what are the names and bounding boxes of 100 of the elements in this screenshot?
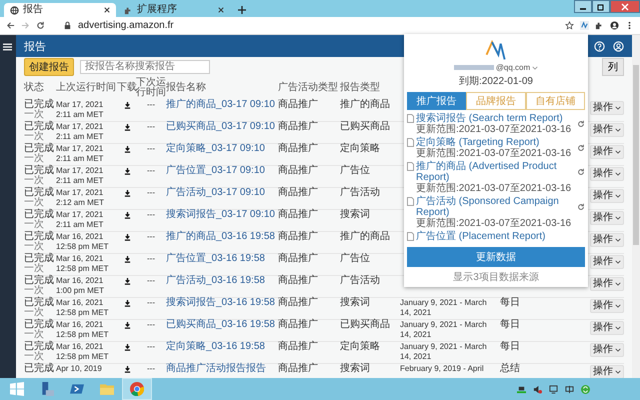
action-dropdown[interactable]: 操作 — [590, 123, 624, 137]
download-icon[interactable] — [124, 322, 130, 329]
speaker-icon[interactable] — [533, 384, 542, 394]
action-dropdown[interactable]: 操作 — [590, 299, 624, 313]
refresh-icon[interactable] — [577, 144, 585, 152]
account-email[interactable]: @qq.com — [496, 63, 530, 72]
report-link[interactable]: 搜索词报告 (Search term Report) — [416, 113, 575, 124]
minimize-button[interactable] — [574, 0, 592, 13]
close-icon[interactable] — [218, 7, 224, 13]
browser-icon — [130, 382, 144, 396]
report-link[interactable]: 推广的商品 (Advertised Product Report) — [416, 161, 575, 183]
schedule-text: 一次 — [24, 330, 45, 340]
download-icon[interactable] — [124, 278, 130, 285]
keyboard-icon[interactable] — [565, 384, 574, 394]
action-dropdown[interactable]: 操作 — [590, 277, 624, 291]
new-tab-icon[interactable] — [238, 6, 246, 14]
report-name-link[interactable]: 已购买商品_03-16 19:58 — [166, 320, 278, 330]
caret-icon — [615, 172, 621, 176]
close-button[interactable] — [610, 0, 640, 13]
menu-icon[interactable] — [3, 43, 12, 51]
campaign-type-text: 商品推广 — [278, 342, 319, 352]
action-dropdown[interactable]: 操作 — [590, 365, 624, 378]
report-name-link[interactable]: 定向策略_03-16 19:58 — [166, 342, 278, 352]
browser-tab[interactable]: 报告 — [4, 3, 116, 17]
report-link[interactable]: 广告位置 (Placement Report) — [416, 231, 585, 242]
taskbar-app[interactable] — [122, 378, 152, 400]
action-dropdown[interactable]: 操作 — [590, 101, 624, 115]
report-name-link[interactable]: 推广的商品_03-16 19:58 — [166, 232, 278, 242]
update-data-button[interactable]: 更新数据 — [407, 247, 585, 267]
report-name-link[interactable]: 广告活动_03-17 09:10 — [166, 188, 278, 198]
action-dropdown[interactable]: 操作 — [590, 343, 624, 357]
action-dropdown[interactable]: 操作 — [590, 211, 624, 225]
report-name-link[interactable]: 广告位置_03-16 19:58 — [166, 254, 278, 264]
restore-icon — [597, 2, 605, 10]
download-icon[interactable] — [124, 168, 130, 175]
action-dropdown[interactable]: 操作 — [590, 321, 624, 335]
caret-icon — [615, 370, 621, 374]
download-icon[interactable] — [124, 366, 130, 373]
download-icon[interactable] — [124, 190, 130, 197]
report-name-link[interactable]: 商品推广活动报告报告 — [166, 364, 278, 374]
windows-icon — [10, 382, 24, 396]
action-dropdown[interactable]: 操作 — [590, 145, 624, 159]
server-icon — [40, 382, 54, 396]
download-icon[interactable] — [124, 234, 130, 241]
star-icon[interactable] — [565, 21, 574, 30]
report-link[interactable]: 广告活动 (Sponsored Campaign Report) — [416, 196, 575, 218]
report-name-link[interactable]: 搜索词报告_03-16 19:58 — [166, 298, 278, 308]
help-icon[interactable] — [594, 40, 605, 52]
caret-icon[interactable] — [532, 66, 538, 70]
extension-icon[interactable] — [580, 21, 589, 30]
column-header: 报告名称 — [166, 83, 207, 93]
last-run-time: 2:11 am MET — [56, 132, 104, 142]
download-icon[interactable] — [124, 146, 130, 153]
download-icon[interactable] — [124, 212, 130, 219]
browser-tab[interactable]: 扩展程序 — [118, 3, 230, 17]
sync-icon[interactable] — [581, 384, 590, 394]
action-dropdown[interactable]: 操作 — [590, 233, 624, 247]
network-icon[interactable] — [517, 384, 526, 394]
download-icon[interactable] — [124, 124, 130, 131]
schedule-text: 一次 — [24, 132, 45, 142]
action-dropdown[interactable]: 操作 — [590, 189, 624, 203]
download-icon[interactable] — [124, 344, 130, 351]
refresh-icon[interactable] — [577, 168, 585, 176]
action-dropdown[interactable]: 操作 — [590, 255, 624, 269]
action-dropdown[interactable]: 操作 — [590, 167, 624, 181]
refresh-icon[interactable] — [577, 203, 585, 211]
report-tab[interactable]: 推广报告 — [407, 92, 466, 110]
create-report-button[interactable]: 创建报告 — [24, 58, 74, 76]
search-field[interactable]: 按报告名称搜索报告 — [80, 60, 210, 74]
address-field[interactable]: advertising.amazon.fr — [78, 20, 559, 31]
scrollbar[interactable] — [632, 35, 640, 378]
monitor-icon[interactable] — [549, 384, 558, 394]
status-text: 已完成 — [24, 364, 55, 374]
lock-icon[interactable] — [63, 21, 72, 30]
report-name-link[interactable]: 定向策略_03-17 09:10 — [166, 144, 278, 154]
close-icon[interactable] — [104, 7, 110, 13]
last-run-time: 1:00 pm MET — [56, 286, 106, 296]
download-icon[interactable] — [124, 102, 130, 109]
download-icon[interactable] — [124, 256, 130, 263]
last-run-date: Mar 16, 2021 — [56, 276, 104, 286]
report-name-link[interactable]: 广告活动_03-16 19:58 — [166, 276, 278, 286]
report-name-link[interactable]: 搜索词报告_03-17 09:10 — [166, 210, 278, 220]
refresh-icon[interactable] — [577, 120, 585, 128]
report-link[interactable]: 定向策略 (Targeting Report) — [416, 137, 575, 148]
schedule-text: 一次 — [24, 154, 45, 164]
back-icon[interactable] — [6, 21, 15, 30]
schedule-text: 一次 — [24, 110, 45, 120]
download-icon[interactable] — [124, 300, 130, 307]
report-name-link[interactable]: 已购买商品_03-17 09:10 — [166, 122, 278, 132]
report-name-link[interactable]: 广告位置_03-17 09:10 — [166, 166, 278, 176]
last-run-date: Mar 16, 2021 — [56, 298, 104, 308]
restore-button[interactable] — [592, 0, 610, 13]
puzzle-icon[interactable] — [595, 21, 604, 30]
reload-icon[interactable] — [36, 21, 45, 30]
columns-button[interactable]: 列 — [602, 58, 624, 76]
profile-icon[interactable] — [610, 21, 619, 30]
report-name-link[interactable]: 推广的商品_03-17 09:10 — [166, 100, 278, 110]
account-icon[interactable] — [613, 40, 624, 52]
folder-icon — [100, 382, 114, 396]
report-type-text: 搜索词 — [340, 364, 371, 374]
